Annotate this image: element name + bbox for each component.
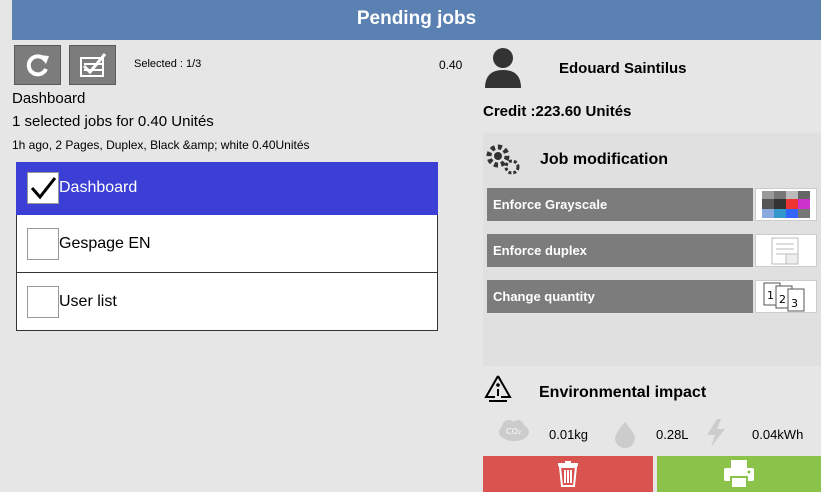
co2-value: 0.01kg (549, 427, 589, 442)
duplex-icon[interactable] (755, 234, 817, 267)
enforce-grayscale-button[interactable]: Enforce Grayscale (487, 188, 753, 221)
enforce-duplex-button[interactable]: Enforce duplex (487, 234, 753, 267)
lightning-icon (707, 419, 725, 447)
list-item[interactable]: User list (16, 273, 438, 331)
left-pane: Selected : 1/3 0.40 Dashboard 1 selected… (12, 42, 476, 492)
enforce-duplex-row: Enforce duplex (487, 234, 817, 267)
svg-text:3: 3 (791, 297, 798, 310)
print-button[interactable] (657, 456, 821, 492)
gears-icon (486, 144, 520, 175)
printer-icon (724, 460, 754, 489)
refresh-button[interactable] (14, 45, 61, 85)
environment-stats: CO₂ 0.01kg 0.28L 0.04kWh (483, 414, 821, 454)
quantity-icon[interactable]: 1 2 3 (755, 280, 817, 313)
water-value: 0.28L (656, 427, 689, 442)
selected-count: Selected : 1/3 (134, 58, 202, 70)
user-icon (485, 48, 521, 88)
enforce-grayscale-row: Enforce Grayscale (487, 188, 817, 221)
environmental-impact-title: Environmental impact (539, 384, 707, 401)
change-quantity-row: Change quantity 1 2 3 (487, 280, 817, 313)
selected-total: 0.40 (439, 58, 463, 72)
user-bar: Edouard Saintilus (479, 42, 821, 92)
job-modification-panel: Job modification Enforce Grayscale Enfor… (483, 133, 821, 366)
checkbox[interactable] (27, 285, 59, 318)
refresh-icon (26, 54, 49, 77)
job-title: Dashboard (12, 90, 86, 107)
toolbar: Selected : 1/3 0.40 (12, 42, 476, 88)
checkbox[interactable] (27, 227, 59, 260)
list-item-label: User list (59, 292, 117, 310)
right-pane: Edouard Saintilus Credit :223.60 Unités … (479, 42, 821, 492)
svg-text:1: 1 (767, 289, 774, 302)
job-details: 1h ago, 2 Pages, Duplex, Black &amp; whi… (12, 138, 310, 152)
select-all-button[interactable] (69, 45, 116, 85)
grayscale-icon[interactable] (755, 188, 817, 221)
list-item-label: Gespage EN (59, 234, 151, 252)
list-item-label: Dashboard (59, 179, 138, 196)
list-item[interactable]: Dashboard (16, 162, 438, 215)
user-name: Edouard Saintilus (559, 60, 687, 77)
checkmark-icon (30, 177, 57, 200)
credit: Credit :223.60 Unités (483, 103, 632, 120)
water-drop-icon (615, 422, 635, 448)
change-quantity-button[interactable]: Change quantity (487, 280, 753, 313)
checklist-icon (79, 53, 106, 77)
trash-icon (558, 461, 578, 487)
list-item[interactable]: Gespage EN (16, 215, 438, 273)
recycle-icon (484, 375, 512, 402)
title-bar: Pending jobs (12, 0, 821, 40)
job-summary: 1 selected jobs for 0.40 Unités (12, 113, 214, 130)
job-list: Dashboard Gespage EN User list (16, 162, 438, 331)
checkbox[interactable] (27, 172, 59, 204)
page-title: Pending jobs (356, 8, 477, 29)
energy-value: 0.04kWh (752, 427, 804, 442)
co2-cloud-icon: CO₂ (499, 420, 529, 441)
svg-text:2: 2 (779, 293, 786, 306)
svg-text:CO₂: CO₂ (506, 427, 521, 436)
job-modification-title: Job modification (540, 151, 668, 168)
delete-button[interactable] (483, 456, 653, 492)
